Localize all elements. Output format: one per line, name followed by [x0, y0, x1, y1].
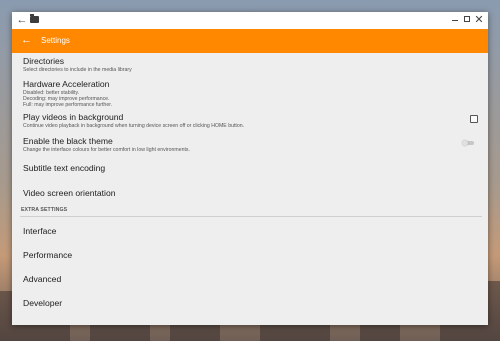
- settings-item-play-in-background[interactable]: Play videos in background Continue video…: [12, 109, 488, 132]
- settings-item-title: Subtitle text encoding: [23, 163, 106, 173]
- settings-item-title: Interface: [23, 226, 57, 236]
- settings-item-developer[interactable]: Developer: [12, 290, 488, 314]
- close-icon[interactable]: ✕: [472, 13, 486, 27]
- app-window: ← ✕ ← Settings Directories Select direct…: [12, 12, 488, 325]
- settings-item-subtitle-encoding[interactable]: Subtitle text encoding: [12, 157, 488, 181]
- settings-item-title: Directories: [23, 56, 65, 66]
- settings-item-advanced[interactable]: Advanced: [12, 266, 488, 290]
- settings-item-title: Developer: [23, 298, 63, 308]
- settings-item-title: Advanced: [23, 274, 62, 284]
- arrow-left-icon[interactable]: ←: [21, 33, 32, 47]
- window-titlebar: ← ✕: [12, 12, 488, 29]
- settings-item-subtitle: Select directories to include in the med…: [23, 67, 132, 73]
- settings-item-subtitle: Change the interface colours for better …: [23, 147, 190, 153]
- settings-item-performance[interactable]: Performance: [12, 242, 488, 266]
- settings-item-title: Video screen orientation: [23, 188, 116, 198]
- settings-item-interface[interactable]: Interface: [12, 218, 488, 242]
- black-theme-toggle[interactable]: [462, 139, 475, 146]
- section-divider: [20, 216, 482, 217]
- toggle-thumb: [462, 139, 468, 146]
- minimize-icon[interactable]: [448, 13, 462, 27]
- settings-item-subtitle-line: Full: may improve performance further.: [23, 102, 113, 108]
- settings-item-title: Play videos in background: [23, 112, 124, 122]
- play-background-checkbox[interactable]: [470, 115, 478, 123]
- settings-item-title: Hardware Acceleration: [23, 79, 110, 89]
- section-header-extra-settings: EXTRA SETTINGS: [21, 207, 68, 213]
- settings-app-bar: ← Settings: [12, 29, 488, 53]
- settings-item-hardware-acceleration[interactable]: Hardware Acceleration Disabled: better s…: [12, 76, 488, 108]
- settings-item-directories[interactable]: Directories Select directories to includ…: [12, 53, 488, 75]
- settings-item-title: Performance: [23, 250, 73, 260]
- settings-item-video-orientation[interactable]: Video screen orientation: [12, 181, 488, 205]
- settings-item-subtitle: Continue video playback in background wh…: [23, 123, 245, 129]
- folder-icon: [30, 14, 39, 23]
- settings-item-black-theme[interactable]: Enable the black theme Change the interf…: [12, 133, 488, 156]
- settings-item-title: Enable the black theme: [23, 136, 113, 146]
- page-title: Settings: [41, 36, 70, 45]
- arrow-left-icon[interactable]: ←: [16, 13, 28, 27]
